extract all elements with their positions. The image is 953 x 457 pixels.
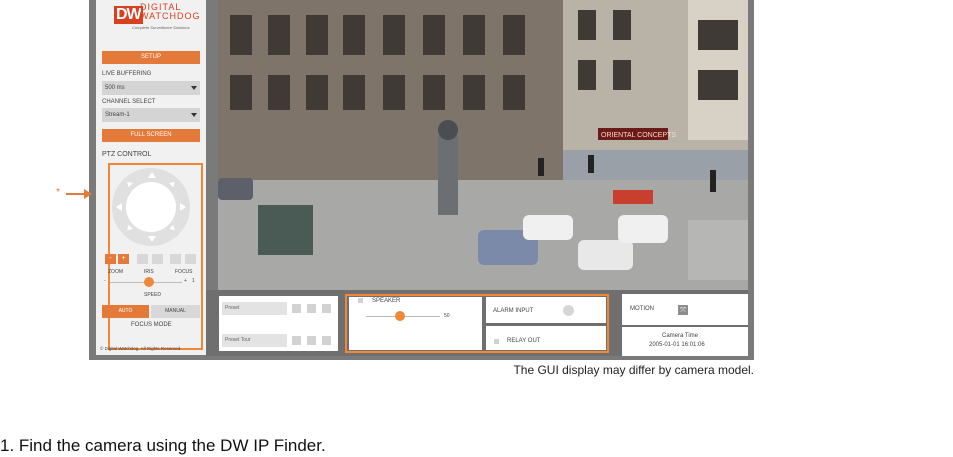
camera-time-label: Camera Time [662,333,699,339]
setup-button[interactable]: SETUP [102,51,200,64]
logo-tagline: Complete Surveillance Solutions [132,25,190,30]
channel-select[interactable]: Stream-1 [102,108,200,122]
arrow-down-left-icon[interactable] [125,224,133,233]
channel-select-value: Stream-1 [105,112,130,118]
speed-slider-handle[interactable] [144,277,154,287]
focus-label: FOCUS [175,269,193,275]
arrow-down-right-icon[interactable] [169,224,177,233]
alarm-status-icon [563,305,574,316]
arrow-left-icon[interactable] [116,203,122,211]
focus-mode-label: FOCUS MODE [131,322,172,328]
motion-indicator-icon: ⤧ [678,305,688,315]
zoom-in-button[interactable]: + [118,254,129,264]
speaker-panel [349,297,482,350]
relay-out-panel [486,326,606,350]
preset-go-button[interactable] [292,304,301,313]
alarm-input-label: ALARM INPUT [493,308,534,314]
instruction-step: 1. Find the camera using the DW IP Finde… [0,436,326,455]
logo-brand: DIGITAL WATCHDOG [140,3,201,21]
speed-value: 1 [192,278,195,284]
preset-delete-button[interactable] [322,304,331,313]
arrow-right-icon [84,189,92,199]
street-scene-image: ORIENTAL CONCEPTS [218,0,748,290]
channel-select-label: CHANNEL SELECT [102,99,156,105]
speed-label: SPEED [144,292,161,298]
speaker-volume-handle[interactable] [395,311,405,321]
arrow-down-icon[interactable] [148,236,156,242]
arrow-up-right-icon[interactable] [169,179,177,188]
live-buffering-value: 500 ms [105,85,125,91]
preset-select[interactable]: Preset [222,302,287,315]
live-buffering-label: LIVE BUFFERING [102,71,152,77]
arrow-up-icon[interactable] [148,172,156,178]
preset-select-label: Preset [225,305,240,311]
arrow-up-left-icon[interactable] [125,179,133,188]
annotation-asterisk: * [56,187,60,198]
shop-sign-text: ORIENTAL CONCEPTS [601,132,676,139]
speaker-volume-value: 50 [444,313,450,319]
iris-plus-button[interactable] [152,254,163,264]
ptz-control-label: PTZ CONTROL [102,151,152,158]
speaker-checkbox[interactable] [358,298,363,303]
relay-out-checkbox[interactable] [494,339,499,344]
copyright-text: © Digital Watchdog. All Rights Reserved. [100,346,182,351]
speaker-label: SPEAKER [372,298,401,304]
arrow-right-icon[interactable] [180,203,186,211]
preset-save-button[interactable] [307,304,316,313]
fullscreen-button[interactable]: FULL SCREEN [102,129,200,142]
chevron-down-icon [191,113,197,117]
speed-min-symbol: - [104,278,106,284]
speed-max-symbol: + [184,278,187,284]
preset-tour-select[interactable]: Preset Tour [222,334,287,347]
ptz-dial[interactable] [112,168,190,246]
focus-plus-button[interactable] [185,254,196,264]
relay-out-label: RELAY OUT [507,338,541,344]
focus-minus-button[interactable] [170,254,181,264]
focus-auto-button[interactable]: AUTO [102,305,149,318]
logo-brand-line2: WATCHDOG [140,11,201,21]
zoom-label: ZOOM [108,269,123,275]
iris-label: IRIS [144,269,154,275]
preset-tour-play-button[interactable] [292,336,301,345]
caption-text: The GUI display may differ by camera mod… [513,363,754,377]
camera-time-value: 2005-01-01 16:01:06 [649,342,705,348]
zoom-out-button[interactable]: - [105,254,116,264]
preset-tour-stop-button[interactable] [307,336,316,345]
annotation-arrow-line [66,193,86,195]
logo-mark: DW [114,6,143,24]
ptz-dial-center [126,182,176,232]
iris-minus-button[interactable] [137,254,148,264]
logo: DW DIGITAL WATCHDOG Complete Surveillanc… [96,0,206,40]
live-buffering-select[interactable]: 500 ms [102,81,200,95]
chevron-down-icon [191,86,197,90]
motion-label: MOTION [630,306,654,312]
preset-tour-edit-button[interactable] [322,336,331,345]
focus-manual-button[interactable]: MANUAL [151,305,200,318]
video-feed[interactable]: ORIENTAL CONCEPTS [218,0,748,290]
preset-tour-select-label: Preset Tour [225,337,251,343]
